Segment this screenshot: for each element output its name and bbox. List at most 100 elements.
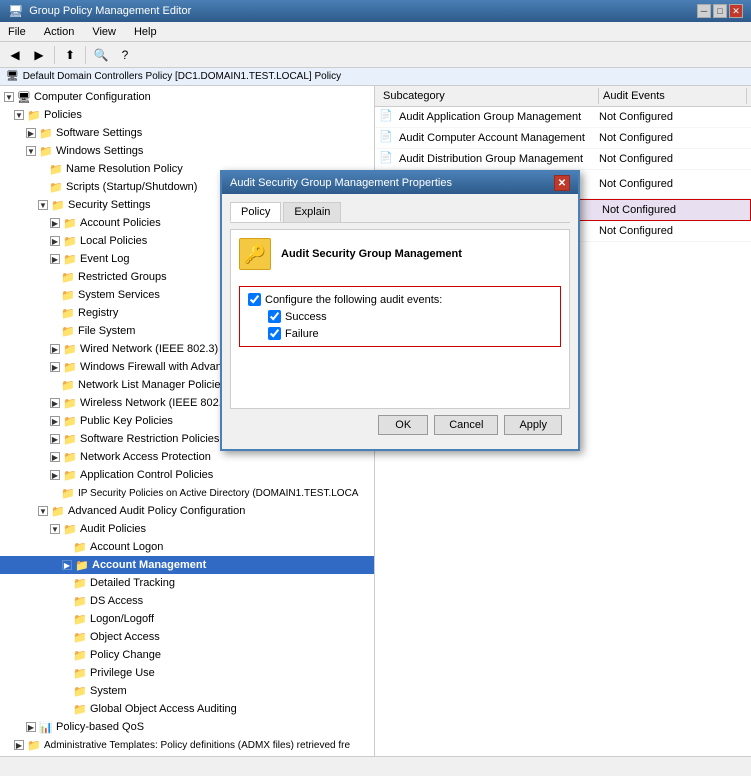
success-checkbox[interactable] [268, 310, 281, 323]
tree-label: Audit Policies [80, 523, 146, 535]
maximize-btn[interactable]: □ [713, 4, 727, 18]
expand-firewall[interactable]: ▶ [50, 362, 60, 372]
dialog-policy-icon: 🔑 [239, 238, 271, 270]
expand-account[interactable]: ▶ [50, 218, 60, 228]
dialog-policy-name-text: Audit Security Group Management [281, 248, 462, 260]
folder-icon: 📁 [62, 521, 78, 537]
expand-network-access[interactable]: ▶ [50, 452, 60, 462]
configure-checkbox[interactable] [248, 293, 261, 306]
tree-label: Detailed Tracking [90, 577, 175, 589]
dialog-tab-explain[interactable]: Explain [283, 202, 341, 222]
list-row-computer-account[interactable]: 📄 Audit Computer Account Management Not … [375, 128, 751, 149]
tree-label: Network List Manager Policies [78, 379, 226, 391]
expand-policies[interactable]: ▼ [14, 110, 24, 120]
tree-item-global-object[interactable]: 📁 Global Object Access Auditing [0, 700, 374, 718]
row-label: Audit Distribution Group Management [399, 153, 599, 165]
row-value: Not Configured [602, 204, 746, 216]
folder-icon: 📁 [62, 467, 78, 483]
expand-account-mgmt[interactable]: ▶ [62, 560, 72, 570]
row-value: Not Configured [599, 153, 747, 165]
tree-item-account-mgmt[interactable]: ▶ 📁 Account Management [0, 556, 374, 574]
tree-item-software-settings[interactable]: ▶ 📁 Software Settings [0, 124, 374, 142]
tree-item-computer-config[interactable]: ▼ 🖥 Computer Configuration [0, 88, 374, 106]
tree-label: Advanced Audit Policy Configuration [68, 505, 245, 517]
tree-item-ds-access[interactable]: 📁 DS Access [0, 592, 374, 610]
show-hide-btn[interactable]: 🔍 [90, 44, 112, 66]
menu-bar: File Action View Help [0, 22, 751, 42]
policy-path-label: Default Domain Controllers Policy [DC1.D… [23, 71, 341, 82]
expand-computer-config[interactable]: ▼ [4, 92, 14, 102]
tree-label: Restricted Groups [78, 271, 167, 283]
status-bar [0, 756, 751, 776]
forward-btn[interactable]: ▶ [28, 44, 50, 66]
expand-local[interactable]: ▶ [50, 236, 60, 246]
folder-icon: 📁 [72, 629, 88, 645]
tree-item-windows-settings[interactable]: ▼ 📁 Windows Settings [0, 142, 374, 160]
tree-item-account-logon[interactable]: 📁 Account Logon [0, 538, 374, 556]
tree-item-system[interactable]: 📁 System [0, 682, 374, 700]
dialog-tab-policy[interactable]: Policy [230, 202, 281, 222]
dialog-close-btn[interactable]: ✕ [554, 175, 570, 191]
folder-icon: 📁 [62, 341, 78, 357]
row-value: Not Configured [599, 111, 747, 123]
menu-help[interactable]: Help [130, 25, 161, 39]
expand-wireless[interactable]: ▶ [50, 398, 60, 408]
policy-row-icon: 📄 [379, 109, 395, 125]
tree-label: Security Settings [68, 199, 151, 211]
menu-file[interactable]: File [4, 25, 30, 39]
help-btn[interactable]: ? [114, 44, 136, 66]
expand-wired[interactable]: ▶ [50, 344, 60, 354]
folder-icon: 📁 [62, 359, 78, 375]
folder-icon: 📁 [38, 125, 54, 141]
tree-label: Account Management [92, 559, 206, 571]
cancel-button[interactable]: Cancel [434, 415, 498, 435]
expand-software-restriction[interactable]: ▶ [50, 434, 60, 444]
tree-item-privilege-use[interactable]: 📁 Privilege Use [0, 664, 374, 682]
tree-item-audit-policies[interactable]: ▼ 📁 Audit Policies [0, 520, 374, 538]
close-btn[interactable]: ✕ [729, 4, 743, 18]
tree-item-advanced-policy[interactable]: ▼ 📁 Advanced Audit Policy Configuration [0, 502, 374, 520]
expand-software[interactable]: ▶ [26, 128, 36, 138]
tree-item-admin-templates[interactable]: ▶ 📁 Administrative Templates: Policy def… [0, 736, 374, 754]
failure-checkbox[interactable] [268, 327, 281, 340]
folder-icon: 📁 [26, 107, 42, 123]
menu-action[interactable]: Action [40, 25, 79, 39]
back-btn[interactable]: ◀ [4, 44, 26, 66]
up-btn[interactable]: ⬆ [59, 44, 81, 66]
expand-policy-qos[interactable]: ▶ [26, 722, 36, 732]
tree-label: Policy Change [90, 649, 161, 661]
tree-item-policy-based-qos[interactable]: ▶ 📊 Policy-based QoS [0, 718, 374, 736]
folder-icon: 📁 [72, 575, 88, 591]
tree-item-app-control[interactable]: ▶ 📁 Application Control Policies [0, 466, 374, 484]
folder-icon: 📁 [60, 485, 76, 501]
expand-admin-templates[interactable]: ▶ [14, 740, 24, 750]
tree-label: Account Policies [80, 217, 161, 229]
menu-view[interactable]: View [88, 25, 120, 39]
apply-button[interactable]: Apply [504, 415, 562, 435]
expand-app-control[interactable]: ▶ [50, 470, 60, 480]
tree-item-object-access[interactable]: 📁 Object Access [0, 628, 374, 646]
list-row-distribution-group[interactable]: 📄 Audit Distribution Group Management No… [375, 149, 751, 170]
folder-icon: 📁 [72, 683, 88, 699]
expand-windows[interactable]: ▼ [26, 146, 36, 156]
folder-icon: 📁 [62, 395, 78, 411]
tree-item-policy-change[interactable]: 📁 Policy Change [0, 646, 374, 664]
tree-label: Public Key Policies [80, 415, 173, 427]
expand-security[interactable]: ▼ [38, 200, 48, 210]
expand-public-key[interactable]: ▶ [50, 416, 60, 426]
tree-item-policies[interactable]: ▼ 📁 Policies [0, 106, 374, 124]
expand-audit-policies[interactable]: ▼ [50, 524, 60, 534]
expand-advanced-policy[interactable]: ▼ [38, 506, 48, 516]
tree-label: Logon/Logoff [90, 613, 154, 625]
tree-item-logon-logoff[interactable]: 📁 Logon/Logoff [0, 610, 374, 628]
dialog-tabs: Policy Explain [230, 202, 570, 223]
list-row-app-group[interactable]: 📄 Audit Application Group Management Not… [375, 107, 751, 128]
expand-event[interactable]: ▶ [50, 254, 60, 264]
minimize-btn[interactable]: ─ [697, 4, 711, 18]
tree-item-detailed-tracking[interactable]: 📁 Detailed Tracking [0, 574, 374, 592]
tree-label: Account Logon [90, 541, 163, 553]
folder-icon: 📁 [62, 413, 78, 429]
folder-icon: 📁 [60, 269, 76, 285]
tree-item-ip-security[interactable]: 📁 IP Security Policies on Active Directo… [0, 484, 374, 502]
ok-button[interactable]: OK [378, 415, 428, 435]
